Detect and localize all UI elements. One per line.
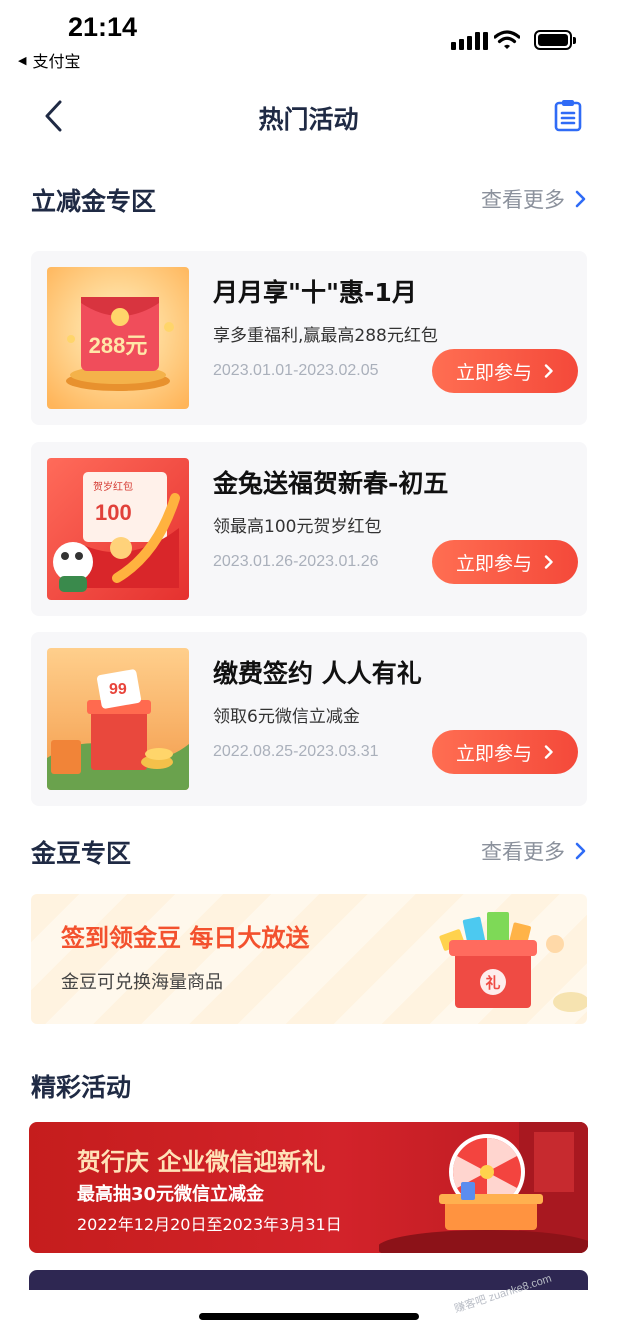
section-title: 立减金专区 bbox=[31, 187, 157, 216]
thumb-label: 贺岁红包 bbox=[93, 480, 133, 493]
wifi-icon bbox=[494, 30, 520, 49]
activity-thumbnail: 288元 bbox=[47, 267, 189, 409]
clipboard-icon[interactable] bbox=[552, 98, 584, 132]
join-button[interactable]: 立即参与 bbox=[432, 349, 578, 393]
thumb-amount: 99 bbox=[109, 681, 127, 698]
activity-thumbnail: 贺岁红包 100 bbox=[47, 458, 189, 600]
join-button-label: 立即参与 bbox=[455, 552, 532, 575]
back-app-label: 支付宝 bbox=[32, 52, 81, 71]
see-more-beans-link[interactable]: 查看更多 bbox=[481, 836, 587, 866]
section-title: 精彩活动 bbox=[31, 1073, 132, 1102]
activity-desc: 享多重福利,赢最高288元红包 bbox=[213, 326, 438, 346]
back-to-app-link[interactable]: ◀ 支付宝 bbox=[18, 48, 80, 72]
thumb-amount: 100 bbox=[95, 500, 132, 525]
chevron-right-icon bbox=[544, 745, 553, 759]
gift-char: 礼 bbox=[485, 974, 500, 992]
prize-wheel-illustration bbox=[379, 1122, 588, 1253]
activity-card[interactable]: 贺岁红包 100 金兔送福贺新春-初五 领最高100元贺岁红包 2023.01.… bbox=[31, 442, 587, 616]
page-title: 热门活动 bbox=[258, 105, 359, 134]
bean-banner-subtitle: 金豆可兑换海量商品 bbox=[61, 972, 223, 993]
gold-bean-banner[interactable]: 签到领金豆 每日大放送 金豆可兑换海量商品 礼 bbox=[31, 894, 587, 1024]
join-button[interactable]: 立即参与 bbox=[432, 730, 578, 774]
section-beans-header: 金豆专区 查看更多 bbox=[31, 832, 587, 872]
chevron-right-icon bbox=[575, 842, 586, 860]
activity-date: 2023.01.01-2023.02.05 bbox=[213, 362, 379, 379]
bean-banner-title: 签到领金豆 每日大放送 bbox=[61, 924, 310, 952]
join-button-label: 立即参与 bbox=[455, 742, 532, 765]
back-triangle-icon: ◀ bbox=[18, 53, 27, 67]
featured-banner-subtitle: 最高抽30元微信立减金 bbox=[77, 1184, 265, 1205]
featured-banner-date: 2022年12月20日至2023年3月31日 bbox=[77, 1215, 342, 1234]
status-time: 21:14 bbox=[68, 12, 138, 42]
section-featured-header: 精彩活动 bbox=[31, 1066, 587, 1106]
join-button-label: 立即参与 bbox=[455, 361, 532, 384]
status-bar: 21:14 ◀ 支付宝 bbox=[0, 0, 617, 80]
section-title: 金豆专区 bbox=[31, 839, 132, 868]
chevron-right-icon bbox=[575, 190, 586, 208]
activity-date: 2023.01.26-2023.01.26 bbox=[213, 553, 379, 570]
activity-desc: 领最高100元贺岁红包 bbox=[213, 517, 382, 537]
gift-box-icon: 礼 bbox=[439, 912, 587, 1012]
signal-icon bbox=[451, 30, 488, 50]
see-more-label: 查看更多 bbox=[481, 188, 565, 212]
home-indicator[interactable] bbox=[199, 1313, 419, 1320]
chevron-right-icon bbox=[544, 555, 553, 569]
battery-icon bbox=[534, 30, 576, 50]
activity-title: 月月享"十"惠-1月 bbox=[213, 278, 417, 307]
activity-title: 缴费签约 人人有礼 bbox=[213, 659, 422, 688]
join-button[interactable]: 立即参与 bbox=[432, 540, 578, 584]
activity-title: 金兔送福贺新春-初五 bbox=[213, 469, 449, 498]
activity-desc: 领取6元微信立减金 bbox=[213, 707, 360, 727]
activity-date: 2022.08.25-2023.03.31 bbox=[213, 743, 379, 760]
nav-bar: 热门活动 bbox=[0, 88, 617, 144]
activity-thumbnail: 99 bbox=[47, 648, 189, 790]
featured-banner[interactable]: 贺行庆 企业微信迎新礼 最高抽30元微信立减金 2022年12月20日至2023… bbox=[29, 1122, 588, 1253]
activity-card[interactable]: 99 缴费签约 人人有礼 领取6元微信立减金 2022.08.25-2023.0… bbox=[31, 632, 587, 806]
see-more-discount-link[interactable]: 查看更多 bbox=[481, 184, 587, 214]
featured-banner-title: 贺行庆 企业微信迎新礼 bbox=[77, 1148, 326, 1176]
see-more-label: 查看更多 bbox=[481, 840, 565, 864]
activity-card[interactable]: 288元 月月享"十"惠-1月 享多重福利,赢最高288元红包 2023.01.… bbox=[31, 251, 587, 425]
thumb-amount: 288元 bbox=[89, 333, 148, 358]
section-discount-header: 立减金专区 查看更多 bbox=[31, 180, 587, 220]
chevron-right-icon bbox=[544, 364, 553, 378]
